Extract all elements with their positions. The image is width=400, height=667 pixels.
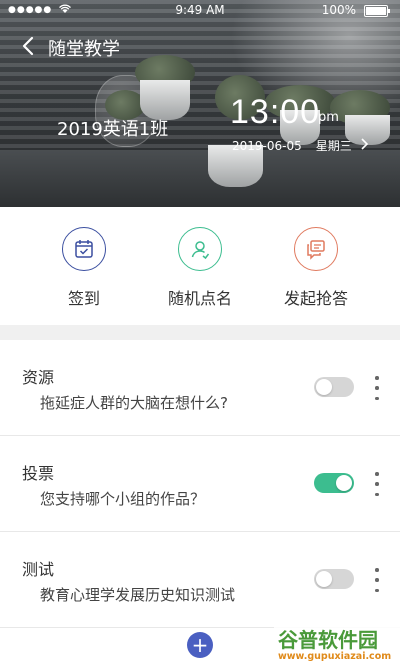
- app-root: ●●●●● 9:49 AM 100% 随堂教学 2019英语1班 13:00 p…: [0, 0, 400, 667]
- header-banner: ●●●●● 9:49 AM 100% 随堂教学 2019英语1班 13:00 p…: [0, 0, 400, 207]
- vote-toggle[interactable]: [314, 473, 354, 493]
- chat-bubble-icon: [294, 227, 338, 271]
- add-button[interactable]: +: [187, 632, 213, 658]
- list-item-subtitle: 教育心理学发展历史知识测试: [40, 586, 236, 604]
- battery-icon: [364, 5, 390, 17]
- class-name: 2019英语1班: [57, 119, 169, 140]
- list-item-quiz[interactable]: 测试 教育心理学发展历史知识测试: [0, 532, 400, 628]
- class-time-ampm: pm: [318, 110, 339, 125]
- checkin-label: 签到: [67, 289, 100, 308]
- back-button[interactable]: [18, 35, 40, 57]
- chevron-right-icon: [360, 137, 368, 154]
- random-rollcall-label: 随机点名: [167, 289, 232, 308]
- status-bar: ●●●●● 9:49 AM 100%: [0, 0, 400, 22]
- more-vertical-icon[interactable]: [372, 568, 382, 592]
- class-time: 13:00: [230, 93, 321, 131]
- resource-toggle[interactable]: [314, 377, 354, 397]
- random-rollcall-button[interactable]: 随机点名: [140, 227, 260, 309]
- activity-list: 资源 拖延症人群的大脑在想什么? 投票 您支持哪个小组的作品？ 测试 教育心理学…: [0, 340, 400, 628]
- watermark-logo: 谷普软件园 www.gupuxiazai.com: [274, 624, 400, 667]
- list-item-title: 测试: [22, 560, 55, 579]
- quick-answer-button[interactable]: 发起抢答: [256, 227, 376, 309]
- class-weekday: 星期三: [315, 139, 352, 153]
- checkin-button[interactable]: 签到: [24, 227, 144, 309]
- list-item-title: 资源: [22, 368, 55, 387]
- page-title: 随堂教学: [48, 39, 120, 60]
- list-item-title: 投票: [22, 464, 55, 483]
- quick-answer-label: 发起抢答: [283, 289, 348, 308]
- calendar-check-icon: [62, 227, 106, 271]
- class-date: 2019-06-05: [232, 138, 302, 153]
- watermark-url: www.gupuxiazai.com: [278, 651, 392, 662]
- date-selector[interactable]: 2019-06-05 星期三: [232, 137, 368, 154]
- battery-percent: 100%: [321, 3, 356, 17]
- section-divider: [0, 325, 400, 340]
- list-item-vote[interactable]: 投票 您支持哪个小组的作品？: [0, 436, 400, 532]
- user-random-icon: [178, 227, 222, 271]
- list-item-subtitle: 您支持哪个小组的作品？: [40, 490, 206, 508]
- list-item-resource[interactable]: 资源 拖延症人群的大脑在想什么?: [0, 340, 400, 436]
- chevron-left-icon: [22, 36, 34, 56]
- watermark-brand: 谷普软件园: [278, 628, 378, 652]
- more-vertical-icon[interactable]: [372, 376, 382, 400]
- quick-actions: 签到 随机点名 发起抢答: [0, 207, 400, 325]
- quiz-toggle[interactable]: [314, 569, 354, 589]
- list-item-subtitle: 拖延症人群的大脑在想什么?: [40, 394, 228, 412]
- more-vertical-icon[interactable]: [372, 472, 382, 496]
